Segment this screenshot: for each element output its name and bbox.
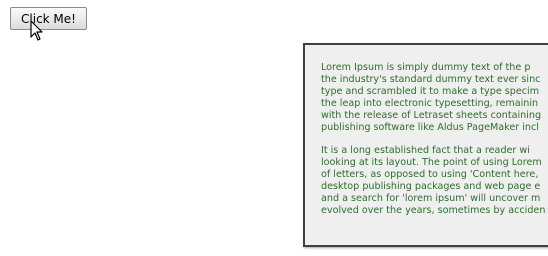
- text-line: of letters, as opposed to using 'Content…: [321, 169, 539, 180]
- text-line: looking at its layout. The point of usin…: [321, 157, 542, 168]
- text-line: and a search for 'lorem ipsum' will unco…: [321, 193, 541, 204]
- text-line: publishing software like Aldus PageMaker…: [321, 122, 539, 133]
- text-line: Lorem Ipsum is simply dummy text of the …: [321, 62, 531, 73]
- text-line: with the release of Letraset sheets cont…: [321, 110, 542, 121]
- text-line: the leap into electronic typesetting, re…: [321, 98, 539, 109]
- paragraph-2: It is a long established fact that a rea…: [321, 145, 548, 217]
- paragraph-1: Lorem Ipsum is simply dummy text of the …: [321, 62, 548, 134]
- text-panel: Lorem Ipsum is simply dummy text of the …: [303, 43, 548, 247]
- text-line: It is a long established fact that a rea…: [321, 145, 530, 156]
- text-line: desktop publishing packages and web page…: [321, 181, 541, 192]
- click-me-button[interactable]: Click Me!: [10, 7, 87, 30]
- text-line: type and scrambled it to make a type spe…: [321, 86, 540, 97]
- text-line: evolved over the years, sometimes by acc…: [321, 205, 546, 216]
- text-line: the industry's standard dummy text ever …: [321, 74, 541, 85]
